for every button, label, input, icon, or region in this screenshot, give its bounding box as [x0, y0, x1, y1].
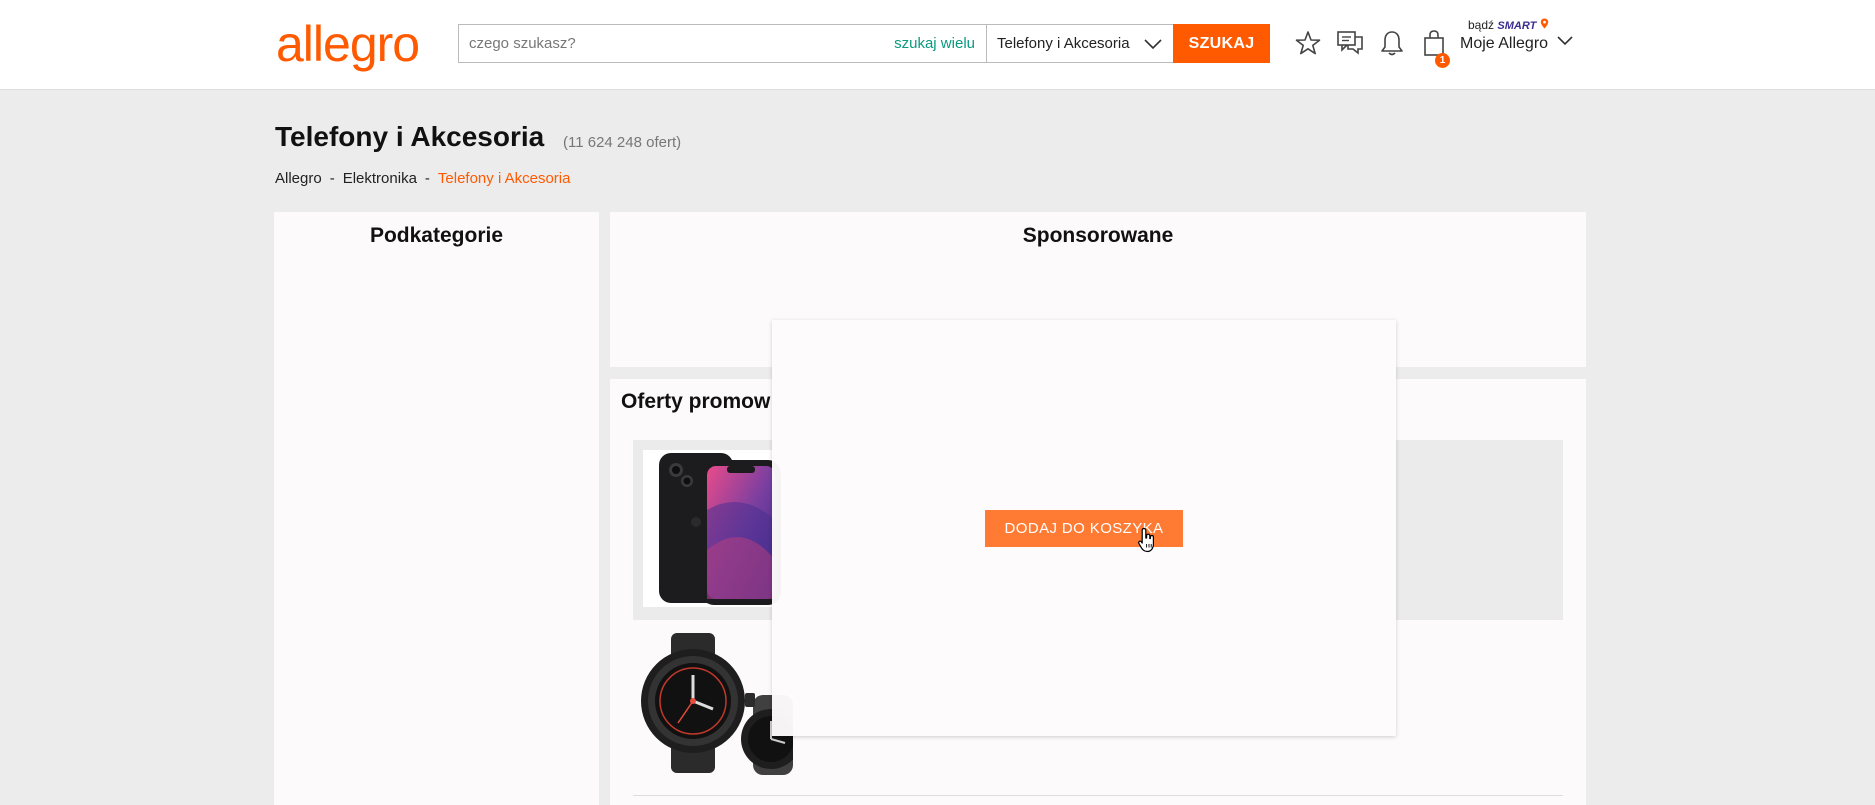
messages-icon[interactable] — [1335, 28, 1365, 58]
subcategories-title: Podkategorie — [369, 224, 504, 247]
breadcrumb: Allegro - Elektronika - Telefony i Akcesoria — [275, 170, 570, 187]
chevron-down-icon — [1548, 34, 1574, 53]
category-select[interactable]: Telefony i Akcesoria — [986, 24, 1174, 63]
search-box: szukaj wielu — [458, 24, 987, 63]
location-pin-icon — [1540, 18, 1549, 32]
my-allegro-label: Moje Allegro — [1460, 34, 1549, 52]
smart-promo[interactable]: bądź SMART — [1468, 18, 1549, 32]
search-button[interactable]: SZUKAJ — [1173, 24, 1270, 63]
offer-count: (11 624 248 ofert) — [563, 134, 682, 151]
cart-count-badge: 1 — [1435, 53, 1450, 68]
breadcrumb-separator: - — [424, 170, 430, 187]
allegro-logo[interactable]: allegro — [276, 14, 420, 74]
breadcrumb-item-elektronika[interactable]: Elektronika — [343, 170, 417, 187]
add-to-cart-popup: DODAJ DO KOSZYKA — [772, 320, 1396, 736]
hand-cursor-icon — [1138, 527, 1156, 558]
breadcrumb-item-allegro[interactable]: Allegro — [275, 170, 322, 187]
row-divider — [633, 795, 1563, 796]
search-many-link[interactable]: szukaj wielu — [894, 35, 987, 52]
smart-prefix: bądź — [1468, 18, 1495, 32]
smartwatch-product-image[interactable] — [633, 631, 801, 776]
my-allegro-menu[interactable]: Moje Allegro — [1460, 34, 1574, 53]
star-icon[interactable] — [1293, 28, 1323, 58]
subcategories-panel: Podkategorie — [274, 212, 599, 805]
top-header: allegro szukaj wielu Telefony i Akcesori… — [0, 0, 1875, 90]
phone-product-image[interactable] — [643, 450, 793, 607]
search-input[interactable] — [459, 25, 895, 62]
chevron-down-icon — [1143, 34, 1163, 58]
smart-label: SMART — [1497, 20, 1537, 32]
promoted-offers-title: Oferty promow — [621, 390, 771, 413]
bell-icon[interactable] — [1377, 28, 1407, 58]
page-title: Telefony i Akcesoria — [275, 121, 545, 152]
sponsored-title: Sponsorowane — [1022, 224, 1174, 247]
breadcrumb-item-current[interactable]: Telefony i Akcesoria — [438, 170, 571, 187]
breadcrumb-separator: - — [329, 170, 335, 187]
category-select-value: Telefony i Akcesoria — [997, 35, 1130, 52]
